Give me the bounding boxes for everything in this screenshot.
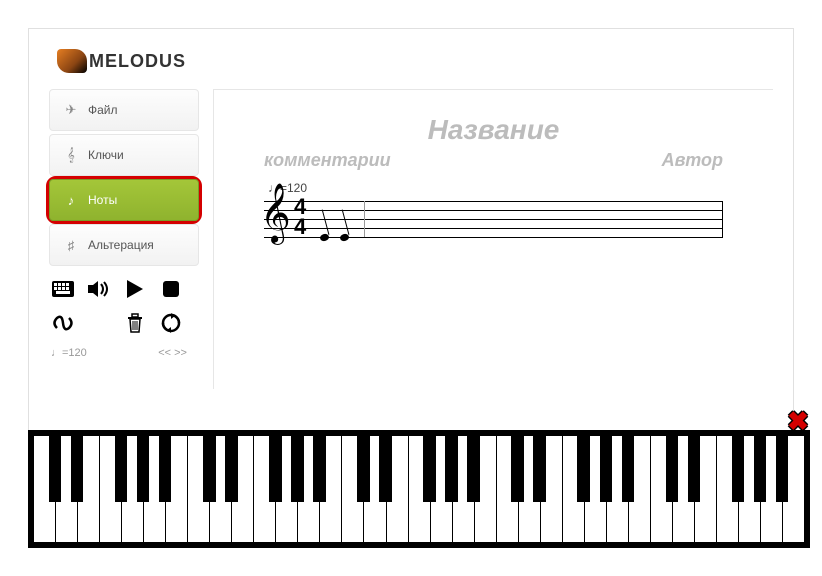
black-key[interactable] — [357, 436, 370, 502]
black-key[interactable] — [203, 436, 216, 502]
paper-plane-icon: ✈ — [62, 102, 80, 118]
black-key[interactable] — [225, 436, 238, 502]
trash-icon — [127, 313, 143, 333]
stop-icon — [163, 281, 179, 297]
tempo-display: ♩=120 — [51, 347, 87, 359]
black-key[interactable] — [269, 436, 282, 502]
piano-keyboard: ✖ — [28, 430, 810, 548]
black-key[interactable] — [379, 436, 392, 502]
black-key[interactable] — [533, 436, 546, 502]
white-key[interactable] — [563, 436, 585, 542]
sidebar-item-alteration[interactable]: ♯ Альтерация — [49, 224, 199, 266]
sidebar-item-label: Альтерация — [88, 238, 154, 252]
sidebar-item-clefs[interactable]: 𝄞 Ключи — [49, 134, 199, 176]
keyboard-button[interactable] — [51, 277, 75, 301]
sidebar-item-notes[interactable]: ♪ Ноты — [49, 179, 199, 221]
black-key[interactable] — [754, 436, 767, 502]
sidebar: ✈ Файл 𝄞 Ключи ♪ Ноты ♯ Альтерация — [49, 89, 199, 389]
close-button[interactable]: ✖ — [784, 408, 812, 434]
barline — [364, 201, 365, 237]
black-key[interactable] — [776, 436, 789, 502]
white-key[interactable] — [100, 436, 122, 542]
black-key[interactable] — [445, 436, 458, 502]
loop-button[interactable] — [51, 311, 75, 335]
treble-clef-icon: 𝄞 — [260, 187, 291, 239]
trash-button[interactable] — [123, 311, 147, 335]
play-icon — [127, 280, 143, 298]
logo-text: MELODUS — [89, 51, 186, 72]
piano-keys — [34, 436, 804, 542]
score-canvas[interactable]: Название комментарии Автор ♩=120 𝄞 4 4 — [213, 89, 773, 389]
toolbar — [49, 269, 189, 343]
black-key[interactable] — [666, 436, 679, 502]
white-key[interactable] — [34, 436, 56, 542]
loop-icon — [52, 314, 74, 332]
sound-button[interactable] — [87, 277, 111, 301]
black-key[interactable] — [688, 436, 701, 502]
sidebar-item-file[interactable]: ✈ Файл — [49, 89, 199, 131]
black-key[interactable] — [622, 436, 635, 502]
white-key[interactable] — [651, 436, 673, 542]
speaker-icon — [88, 280, 110, 298]
refresh-icon — [161, 313, 181, 333]
keyboard-icon — [52, 281, 74, 297]
sidebar-item-label: Ключи — [88, 148, 124, 162]
black-key[interactable] — [291, 436, 304, 502]
white-key[interactable] — [497, 436, 519, 542]
timesig-bottom: 4 — [294, 217, 306, 237]
nav-arrows[interactable]: << >> — [158, 347, 187, 359]
black-key[interactable] — [600, 436, 613, 502]
time-signature: 4 4 — [294, 197, 306, 237]
score-comments[interactable]: комментарии — [264, 150, 391, 171]
black-key[interactable] — [577, 436, 590, 502]
white-key[interactable] — [188, 436, 210, 542]
sidebar-item-label: Файл — [88, 103, 118, 117]
score-title[interactable]: Название — [224, 114, 763, 146]
tempo-bar: ♩=120 << >> — [49, 343, 189, 363]
treble-clef-icon: 𝄞 — [62, 147, 80, 163]
score-author[interactable]: Автор — [662, 150, 723, 171]
staff-lines — [264, 201, 723, 246]
black-key[interactable] — [313, 436, 326, 502]
play-button[interactable] — [123, 277, 147, 301]
logo-icon — [57, 49, 87, 73]
staff[interactable]: 𝄞 4 4 — [264, 197, 723, 245]
app-logo: MELODUS — [29, 29, 793, 89]
black-key[interactable] — [159, 436, 172, 502]
sharp-icon: ♯ — [62, 238, 80, 253]
note-icon: ♪ — [62, 193, 80, 208]
refresh-button[interactable] — [159, 311, 183, 335]
black-key[interactable] — [137, 436, 150, 502]
black-key[interactable] — [423, 436, 436, 502]
white-key[interactable] — [254, 436, 276, 542]
barline-end — [722, 201, 723, 237]
black-key[interactable] — [732, 436, 745, 502]
active-highlight: ♪ Ноты — [46, 176, 202, 224]
white-key[interactable] — [717, 436, 739, 542]
white-key[interactable] — [342, 436, 364, 542]
black-key[interactable] — [115, 436, 128, 502]
sidebar-item-label: Ноты — [88, 193, 117, 207]
black-key[interactable] — [71, 436, 84, 502]
black-key[interactable] — [49, 436, 62, 502]
close-icon: ✖ — [787, 406, 809, 437]
white-key[interactable] — [409, 436, 431, 542]
black-key[interactable] — [467, 436, 480, 502]
black-key[interactable] — [511, 436, 524, 502]
stop-button[interactable] — [159, 277, 183, 301]
